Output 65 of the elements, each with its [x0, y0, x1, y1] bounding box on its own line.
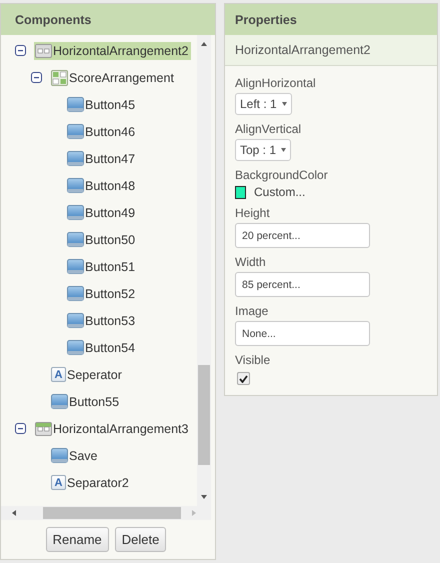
scroll-up-icon[interactable] — [200, 41, 208, 47]
button-icon — [67, 205, 84, 220]
arrangement-icon — [35, 422, 52, 436]
button-icon — [67, 259, 84, 274]
collapse-icon[interactable] — [15, 423, 26, 434]
button-icon — [67, 151, 84, 166]
grid-icon — [51, 70, 68, 86]
tree-item[interactable]: Button46 — [66, 122, 138, 141]
scrollbar-thumb[interactable] — [198, 365, 210, 465]
scroll-left-icon[interactable] — [11, 509, 17, 517]
tree-item[interactable]: A Separator2 — [50, 473, 131, 492]
property-field[interactable]: 20 percent... — [235, 223, 370, 248]
property-label: BackgroundColor — [235, 168, 328, 182]
rename-button[interactable]: Rename — [46, 527, 109, 552]
tree-item[interactable]: HorizontalArrangement3 — [34, 420, 190, 438]
button-icon — [51, 448, 68, 463]
tree-item[interactable]: Button55 — [50, 392, 122, 411]
property-label: AlignHorizontal — [235, 76, 316, 90]
component-name: HorizontalArrangement2 — [235, 43, 370, 57]
collapse-icon[interactable] — [31, 72, 42, 83]
property-field[interactable]: None... — [235, 321, 370, 346]
button-icon — [67, 97, 84, 112]
scroll-down-icon[interactable] — [200, 494, 208, 500]
scrollbar-thumb[interactable] — [43, 507, 181, 519]
button-icon — [67, 124, 84, 139]
label-icon: A — [51, 367, 66, 382]
tree-item[interactable]: Button50 — [66, 230, 138, 249]
delete-button[interactable]: Delete — [114, 527, 166, 552]
tree-item[interactable]: Button51 — [66, 257, 138, 276]
label-icon: A — [51, 475, 66, 490]
panel-title: Properties — [235, 12, 297, 26]
tree-item[interactable]: Button48 — [66, 176, 138, 195]
color-picker[interactable]: Custom... — [235, 185, 306, 199]
tree-item[interactable]: Button54 — [66, 338, 138, 357]
tree-item[interactable]: Button53 — [66, 311, 138, 330]
button-icon — [67, 286, 84, 301]
button-icon — [67, 178, 84, 193]
panel-title: Components — [15, 12, 92, 26]
button-icon — [51, 394, 68, 409]
horizontal-scrollbar[interactable] — [1, 506, 211, 520]
vertical-scrollbar[interactable] — [197, 35, 211, 506]
property-dropdown[interactable]: Top : 1 — [235, 139, 292, 161]
button-icon — [67, 340, 84, 355]
tree-item[interactable]: Button52 — [66, 284, 138, 303]
tree-item[interactable]: Button47 — [66, 149, 138, 168]
property-field[interactable]: 85 percent... — [235, 272, 370, 297]
button-icon — [67, 232, 84, 247]
button-icon — [67, 313, 84, 328]
arrangement-icon — [35, 44, 52, 58]
caret-icon — [282, 102, 287, 106]
tree-item[interactable]: Button45 — [66, 95, 138, 114]
collapse-icon[interactable] — [15, 45, 26, 56]
tree-item[interactable]: ScoreArrangement — [50, 68, 176, 88]
property-label: AlignVertical — [235, 122, 302, 136]
tree-item[interactable]: HorizontalArrangement2 — [34, 42, 190, 60]
property-label: Image — [235, 304, 268, 318]
property-label: Height — [235, 206, 270, 220]
caret-icon — [281, 148, 286, 152]
tree-item[interactable]: A Seperator — [50, 365, 124, 384]
checkbox[interactable] — [237, 372, 250, 385]
property-label: Visible — [235, 353, 270, 367]
property-dropdown[interactable]: Left : 1 — [235, 93, 292, 115]
property-label: Width — [235, 255, 266, 269]
tree-item[interactable]: Button49 — [66, 203, 138, 222]
tree-item[interactable]: Save — [50, 446, 100, 465]
